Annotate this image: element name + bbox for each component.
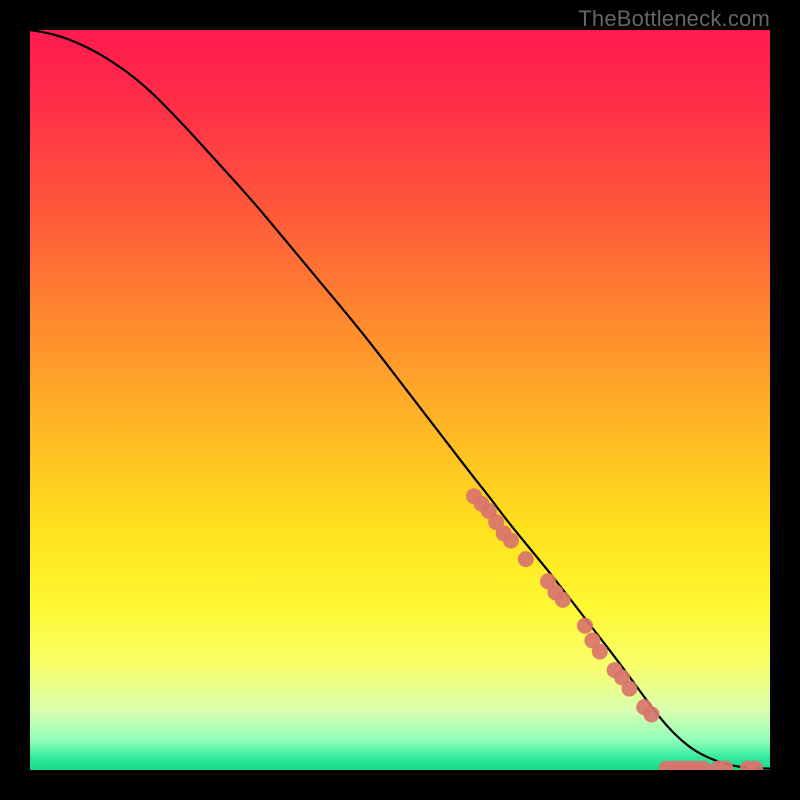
plot-area <box>30 30 770 770</box>
watermark-text: TheBottleneck.com <box>578 6 770 32</box>
data-point <box>577 618 593 634</box>
data-point <box>555 592 571 608</box>
chart-frame: TheBottleneck.com <box>0 0 800 800</box>
gradient-background <box>30 30 770 770</box>
data-point <box>518 551 534 567</box>
data-point <box>621 681 637 697</box>
data-point <box>592 644 608 660</box>
chart-svg <box>30 30 770 770</box>
data-point <box>503 533 519 549</box>
data-point <box>644 707 660 723</box>
